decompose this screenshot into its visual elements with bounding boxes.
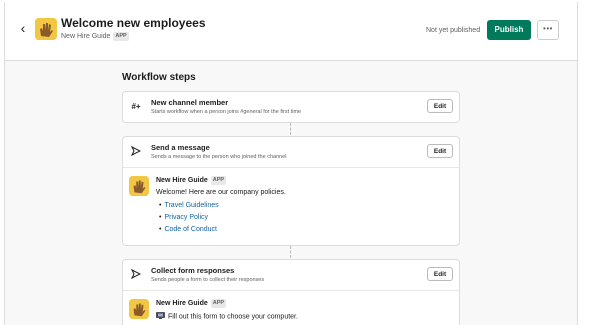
policy-link[interactable]: • Code of Conduct: [159, 226, 217, 233]
step-card-trigger: #+ New channel member Starts workflow wh…: [122, 91, 460, 123]
steps-heading: Workflow steps: [122, 72, 196, 83]
publish-status: Not yet published: [426, 27, 481, 34]
computer-icon: [156, 312, 165, 321]
workflow-builder-window: ‹ Welcome new employees New Hire Guide A…: [4, 2, 578, 325]
author-name: New Hire Guide: [156, 177, 208, 184]
link-label[interactable]: Privacy Policy: [164, 214, 208, 221]
step-header: Send a message Sends a message to the pe…: [123, 137, 459, 168]
step-card-send-message: Send a message Sends a message to the pe…: [122, 136, 460, 246]
edit-button[interactable]: Edit: [427, 99, 453, 113]
step-title: New channel member: [151, 98, 229, 107]
edit-button[interactable]: Edit: [427, 144, 453, 158]
workflow-app-line: New Hire Guide APP: [61, 32, 129, 41]
step-description: Sends people a form to collect their res…: [151, 277, 265, 283]
hash-plus-icon: #+: [131, 102, 141, 111]
app-badge: APP: [210, 176, 227, 185]
publish-button[interactable]: Publish: [487, 20, 531, 40]
waving-hand-icon: [35, 18, 57, 40]
waving-hand-icon: [129, 176, 149, 196]
edit-button[interactable]: Edit: [427, 267, 453, 281]
policy-link[interactable]: • Privacy Policy: [159, 214, 208, 221]
send-icon: [129, 268, 143, 281]
step-title: Send a message: [151, 143, 210, 152]
step-description: Starts workflow when a person joins #gen…: [151, 109, 302, 115]
workflow-title: Welcome new employees: [61, 16, 206, 30]
policy-link[interactable]: • Travel Guidelines: [159, 202, 219, 209]
message-author: New Hire Guide APP: [156, 299, 227, 308]
step-connector: [290, 246, 291, 258]
step-header: #+ New channel member Starts workflow wh…: [123, 92, 459, 122]
ellipsis-icon[interactable]: •••: [537, 20, 559, 40]
waving-hand-icon: [129, 299, 149, 319]
app-name: New Hire Guide: [61, 33, 111, 40]
author-name: New Hire Guide: [156, 300, 208, 307]
step-card-collect-form: Collect form responses Sends people a fo…: [122, 259, 460, 325]
workflow-steps-panel: Workflow steps #+ New channel member Sta…: [5, 61, 577, 325]
message-text: Fill out this form to choose your comput…: [168, 313, 298, 321]
link-label[interactable]: Code of Conduct: [164, 226, 217, 233]
step-description: Sends a message to the person who joined…: [151, 154, 287, 160]
send-icon: [129, 145, 143, 158]
app-badge: APP: [210, 299, 227, 308]
message-text: Welcome! Here are our company policies.: [156, 189, 286, 196]
link-label[interactable]: Travel Guidelines: [164, 202, 218, 209]
app-badge: APP: [113, 32, 129, 41]
message-text-row: Fill out this form to choose your comput…: [156, 312, 298, 321]
step-title: Collect form responses: [151, 266, 235, 275]
message-author: New Hire Guide APP: [156, 176, 227, 185]
chevron-left-icon[interactable]: ‹: [15, 20, 31, 36]
step-header: Collect form responses Sends people a fo…: [123, 260, 459, 291]
workflow-header: ‹ Welcome new employees New Hire Guide A…: [5, 2, 577, 61]
step-connector: [290, 123, 291, 135]
